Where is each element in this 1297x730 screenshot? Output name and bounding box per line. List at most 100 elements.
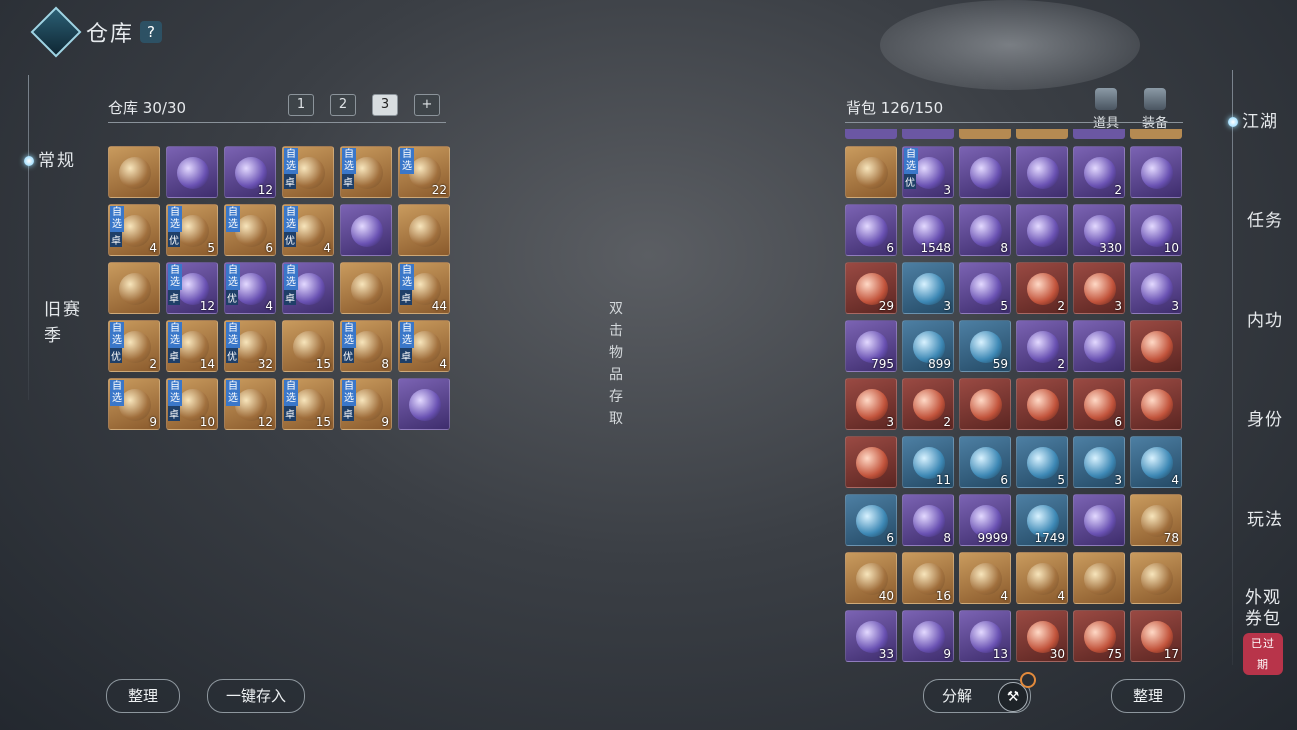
backpack-slot[interactable]: 33: [845, 610, 897, 662]
diamond-logo-icon[interactable]: [30, 6, 82, 58]
backpack-slot[interactable]: 17: [1130, 610, 1182, 662]
backpack-slot[interactable]: 6: [845, 204, 897, 256]
backpack-slot[interactable]: 16: [902, 552, 954, 604]
warehouse-slot[interactable]: 12: [224, 146, 276, 198]
backpack-slot[interactable]: 9: [902, 610, 954, 662]
backpack-slot[interactable]: 3: [1073, 436, 1125, 488]
backpack-slot[interactable]: [1130, 320, 1182, 372]
nav-item-jianghu[interactable]: 江湖: [1228, 107, 1278, 132]
subtab-items[interactable]: 道具: [1093, 88, 1119, 131]
backpack-slot[interactable]: [959, 378, 1011, 430]
backpack-slot[interactable]: 9999: [959, 494, 1011, 546]
warehouse-slot[interactable]: [340, 204, 392, 256]
warehouse-tab-2[interactable]: 2: [330, 94, 356, 116]
backpack-slot[interactable]: 11: [902, 436, 954, 488]
backpack-slot[interactable]: 78: [1130, 494, 1182, 546]
backpack-slot[interactable]: 30: [1016, 610, 1068, 662]
backpack-slot[interactable]: 5: [1016, 436, 1068, 488]
backpack-slot[interactable]: 3: [902, 262, 954, 314]
backpack-slot[interactable]: 8: [959, 204, 1011, 256]
backpack-slot[interactable]: 2: [902, 378, 954, 430]
backpack-sort-button[interactable]: 整理: [1111, 679, 1185, 713]
backpack-slot[interactable]: [1130, 146, 1182, 198]
backpack-slot[interactable]: [1016, 146, 1068, 198]
backpack-slot[interactable]: [1073, 320, 1125, 372]
warehouse-slot[interactable]: [108, 262, 160, 314]
warehouse-slot[interactable]: 自选优 5: [166, 204, 218, 256]
warehouse-slot[interactable]: 自选优 2: [108, 320, 160, 372]
backpack-slot[interactable]: 6: [845, 494, 897, 546]
backpack-slot[interactable]: 3: [1130, 262, 1182, 314]
warehouse-slot[interactable]: 自选优 32: [224, 320, 276, 372]
warehouse-slot[interactable]: [398, 204, 450, 256]
nav-item-gameplay[interactable]: 玩法: [1247, 505, 1283, 530]
backpack-slot[interactable]: 2: [1016, 262, 1068, 314]
nav-item-identity[interactable]: 身份: [1247, 405, 1283, 430]
warehouse-slot[interactable]: 自选卓 12: [166, 262, 218, 314]
backpack-slot[interactable]: 40: [845, 552, 897, 604]
backpack-slot[interactable]: 4: [1130, 436, 1182, 488]
warehouse-slot[interactable]: 自选卓: [282, 262, 334, 314]
backpack-slot[interactable]: 4: [1016, 552, 1068, 604]
backpack-slot[interactable]: 330: [1073, 204, 1125, 256]
backpack-slot[interactable]: 29: [845, 262, 897, 314]
warehouse-slot[interactable]: 自选优 8: [340, 320, 392, 372]
backpack-slot[interactable]: [1073, 552, 1125, 604]
warehouse-slot[interactable]: 自选卓 10: [166, 378, 218, 430]
nav-item-appearance-vouchers[interactable]: 外观券包 已过期: [1243, 588, 1283, 675]
warehouse-slot[interactable]: 自选 6: [224, 204, 276, 256]
backpack-slot[interactable]: 59: [959, 320, 1011, 372]
help-icon[interactable]: ?: [140, 21, 163, 43]
warehouse-tab-3[interactable]: 3: [372, 94, 398, 116]
warehouse-slot[interactable]: [340, 262, 392, 314]
warehouse-slot[interactable]: 自选卓 9: [340, 378, 392, 430]
backpack-slot[interactable]: 自选优 3: [902, 146, 954, 198]
warehouse-slot[interactable]: [166, 146, 218, 198]
warehouse-slot[interactable]: 自选卓 4: [398, 320, 450, 372]
warehouse-slot[interactable]: 自选 9: [108, 378, 160, 430]
warehouse-slot[interactable]: 自选卓 15: [282, 378, 334, 430]
warehouse-tab-1[interactable]: 1: [288, 94, 314, 116]
warehouse-slot[interactable]: 自选 12: [224, 378, 276, 430]
warehouse-slot[interactable]: [398, 378, 450, 430]
backpack-slot[interactable]: 1548: [902, 204, 954, 256]
backpack-slot[interactable]: [1130, 552, 1182, 604]
nav-item-neigong[interactable]: 内功: [1247, 306, 1283, 331]
backpack-slot[interactable]: 2: [1073, 146, 1125, 198]
backpack-slot[interactable]: 8: [902, 494, 954, 546]
backpack-slot[interactable]: 5: [959, 262, 1011, 314]
warehouse-slot[interactable]: 自选卓 4: [108, 204, 160, 256]
backpack-slot[interactable]: [1016, 204, 1068, 256]
warehouse-slot[interactable]: 15: [282, 320, 334, 372]
decompose-button[interactable]: 分解 ⚒: [923, 672, 1036, 713]
warehouse-slot[interactable]: 自选卓: [340, 146, 392, 198]
backpack-slot[interactable]: 6: [1073, 378, 1125, 430]
backpack-slot[interactable]: 2: [1016, 320, 1068, 372]
backpack-slot[interactable]: 3: [845, 378, 897, 430]
backpack-slot[interactable]: 3: [1073, 262, 1125, 314]
nav-item-regular[interactable]: 常规: [24, 146, 76, 171]
warehouse-slot[interactable]: 自选卓 44: [398, 262, 450, 314]
warehouse-slot[interactable]: 自选卓: [282, 146, 334, 198]
backpack-slot[interactable]: [1016, 378, 1068, 430]
warehouse-slot[interactable]: [108, 146, 160, 198]
nav-item-tasks[interactable]: 任务: [1247, 206, 1283, 231]
backpack-slot[interactable]: [845, 146, 897, 198]
backpack-slot[interactable]: [1073, 494, 1125, 546]
backpack-slot[interactable]: 75: [1073, 610, 1125, 662]
warehouse-tab-add[interactable]: +: [414, 94, 440, 116]
nav-item-old-season[interactable]: 旧赛季: [44, 297, 84, 349]
backpack-slot[interactable]: 1749: [1016, 494, 1068, 546]
backpack-slot[interactable]: 10: [1130, 204, 1182, 256]
backpack-slot[interactable]: [1130, 378, 1182, 430]
deposit-all-button[interactable]: 一键存入: [207, 679, 305, 713]
backpack-slot[interactable]: 4: [959, 552, 1011, 604]
subtab-equipment[interactable]: 装备: [1142, 88, 1168, 131]
backpack-slot[interactable]: [845, 436, 897, 488]
backpack-slot[interactable]: 13: [959, 610, 1011, 662]
backpack-slot[interactable]: 795: [845, 320, 897, 372]
warehouse-slot[interactable]: 自选卓 14: [166, 320, 218, 372]
warehouse-slot[interactable]: 自选 22: [398, 146, 450, 198]
backpack-slot[interactable]: [959, 146, 1011, 198]
warehouse-slot[interactable]: 自选优 4: [282, 204, 334, 256]
